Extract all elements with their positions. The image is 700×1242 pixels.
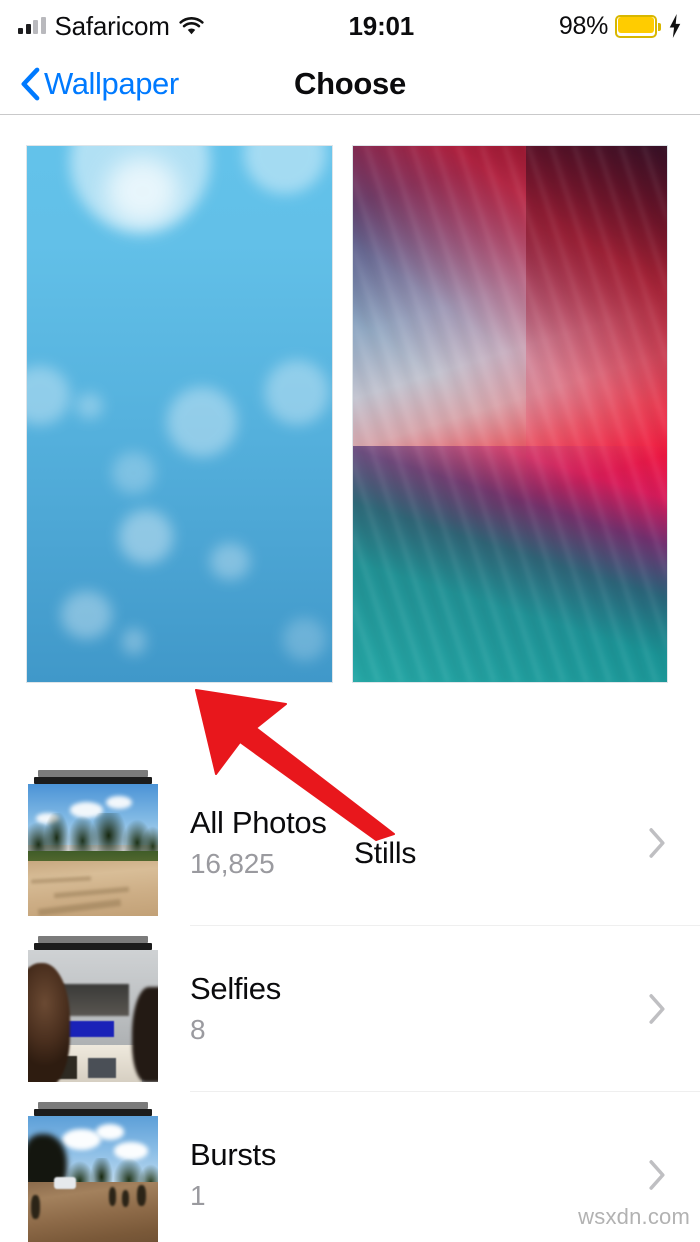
clock-label: 19:01 bbox=[348, 10, 415, 41]
battery-icon bbox=[615, 14, 661, 38]
wallpaper-cell-stills[interactable] bbox=[352, 145, 668, 683]
wallpaper-category-grid: Dynamic Stills bbox=[0, 145, 700, 870]
dynamic-bokeh-wallpaper-thumbnail bbox=[26, 145, 333, 683]
chevron-left-icon bbox=[20, 67, 40, 101]
back-button-label: Wallpaper bbox=[44, 65, 179, 101]
album-title: Bursts bbox=[190, 1136, 277, 1172]
status-bar-left: Safaricom bbox=[18, 11, 204, 42]
album-text-group: All Photos 16,825 bbox=[190, 804, 700, 881]
album-title: All Photos bbox=[190, 804, 327, 840]
album-count: 16,825 bbox=[190, 848, 275, 880]
wifi-icon bbox=[179, 16, 204, 36]
lightning-bolt-icon bbox=[668, 14, 682, 38]
nav-bar-divider bbox=[0, 114, 700, 115]
stills-abstract-wallpaper-thumbnail bbox=[352, 145, 668, 683]
navigation-bar: Wallpaper Choose bbox=[0, 52, 700, 115]
chevron-right-icon[interactable] bbox=[648, 827, 666, 859]
album-thumb-stack bbox=[28, 770, 158, 916]
iphone-screen: Safaricom 19:01 98% Wallpaper Choose Sti… bbox=[0, 0, 700, 1242]
chevron-right-icon[interactable] bbox=[648, 1159, 666, 1191]
album-row-selfies[interactable]: Selfies 8 bbox=[0, 926, 700, 1092]
wallpaper-cell-dynamic[interactable] bbox=[26, 145, 333, 683]
album-text-group: Bursts 1 bbox=[190, 1136, 700, 1213]
album-thumb-stack bbox=[28, 1102, 158, 1242]
battery-percent-label: 98% bbox=[558, 11, 608, 40]
album-text-group: Selfies 8 bbox=[190, 970, 700, 1047]
album-count: 8 bbox=[190, 1014, 206, 1046]
signal-bars-icon bbox=[18, 17, 46, 34]
watermark-label: wsxdn.com bbox=[578, 1204, 690, 1229]
back-button[interactable]: Wallpaper bbox=[20, 66, 179, 102]
status-bar-right: 98% bbox=[559, 12, 682, 41]
album-row-all-photos[interactable]: All Photos 16,825 bbox=[0, 760, 700, 926]
selfies-thumbnail bbox=[28, 950, 158, 1082]
chevron-right-icon[interactable] bbox=[648, 993, 666, 1025]
album-title: Selfies bbox=[190, 970, 281, 1006]
status-bar-center: 19:01 bbox=[204, 11, 559, 42]
bursts-thumbnail bbox=[28, 1116, 158, 1242]
carrier-label: Safaricom bbox=[54, 10, 170, 41]
album-list: All Photos 16,825 Selfies 8 Bursts 1 bbox=[0, 760, 700, 1242]
all-photos-thumbnail bbox=[28, 784, 158, 916]
status-bar: Safaricom 19:01 98% bbox=[0, 0, 700, 52]
album-thumb-stack bbox=[28, 936, 158, 1082]
